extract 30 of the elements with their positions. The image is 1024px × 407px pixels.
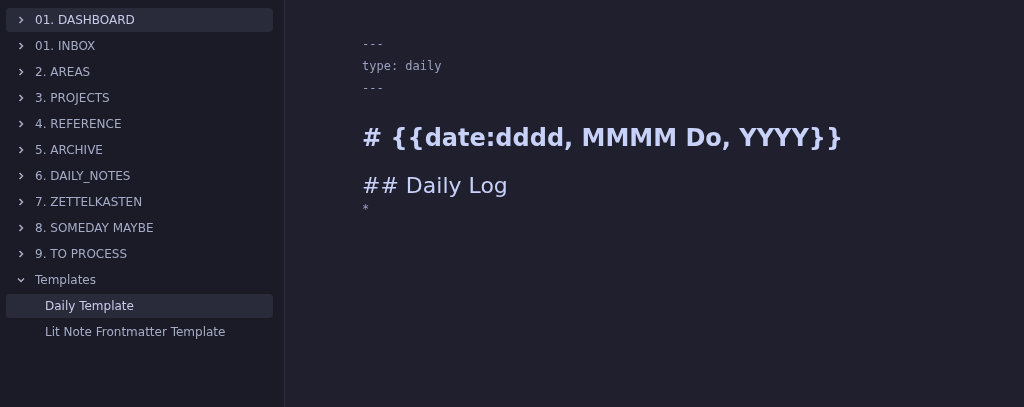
chevron-icon[interactable] [16,145,26,155]
chevron-icon[interactable] [16,15,26,25]
file-item[interactable]: Daily Template [6,294,273,318]
chevron-icon[interactable] [16,223,26,233]
folder-item[interactable]: 3. PROJECTS [6,86,273,110]
code-line: type: daily [362,58,443,75]
chevron-icon[interactable] [16,67,26,77]
chevron-icon[interactable] [16,171,26,181]
file-item[interactable]: Lit Note Frontmatter Template [6,320,273,344]
folder-item[interactable]: 9. TO PROCESS [6,242,273,266]
folder-item[interactable]: 01. INBOX [6,34,273,58]
folder-item[interactable]: 5. ARCHIVE [6,138,273,162]
chevron-icon[interactable] [16,41,26,51]
chevron-icon[interactable] [16,249,26,259]
folder-item[interactable]: 8. SOMEDAY MAYBE [6,216,273,240]
folder-item[interactable]: 6. DAILY_NOTES [6,164,273,188]
folder-item[interactable]: 7. ZETTELKASTEN [6,190,273,214]
chevron-icon[interactable] [16,119,26,129]
chevron-icon[interactable] [16,275,26,285]
heading: ## Daily Log [362,172,509,200]
code-line: --- [362,36,385,53]
chevron-icon[interactable] [16,197,26,207]
folder-item[interactable]: 01. DASHBOARD [6,8,273,32]
heading: # {{date:dddd, MMMM Do, YYYY}} [362,123,844,154]
chevron-icon[interactable] [16,93,26,103]
folder-item[interactable]: 4. REFERENCE [6,112,273,136]
code-line: * [362,201,371,217]
folder-item[interactable]: 2. AREAS [6,60,273,84]
folder-item[interactable]: Templates [6,268,273,292]
code-line: --- [362,80,385,97]
